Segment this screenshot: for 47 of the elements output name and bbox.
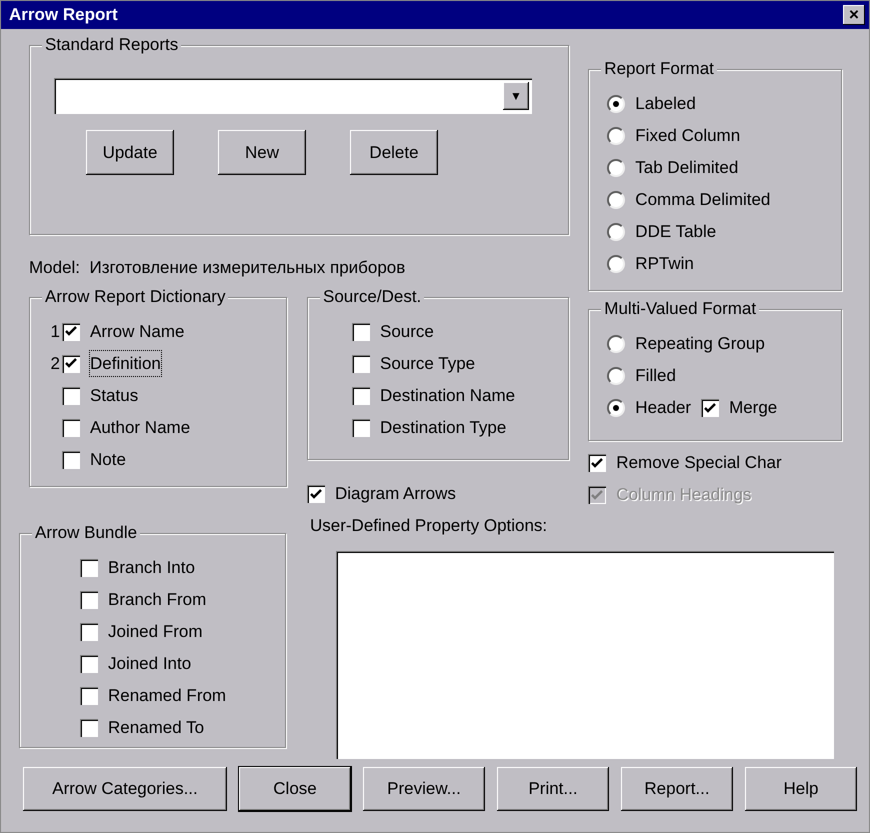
radio-label[interactable]: Comma Delimited [635, 187, 770, 213]
checkbox-label[interactable]: Diagram Arrows [335, 481, 456, 507]
radio-label[interactable]: Header [635, 395, 692, 421]
group-title: Standard Reports [42, 35, 182, 55]
radio-label[interactable]: DDE Table [635, 219, 716, 245]
button[interactable]: Delete [350, 130, 438, 175]
checkbox-label[interactable]: Branch Into [108, 555, 195, 581]
button[interactable]: Report... [621, 766, 733, 810]
radio-label[interactable]: Labeled [635, 91, 696, 117]
button[interactable]: Arrow Categories... [23, 766, 227, 810]
button[interactable]: New [218, 130, 306, 175]
order-number: 1 [50, 320, 60, 343]
button[interactable]: Help [745, 766, 857, 810]
radio-label[interactable]: Tab Delimited [635, 155, 738, 181]
checkbox-label[interactable]: Note [90, 446, 126, 472]
button[interactable]: Preview... [363, 766, 485, 810]
checkbox-label[interactable]: Joined From [108, 619, 202, 645]
window-title: Arrow Report [9, 4, 118, 26]
checkbox-label[interactable]: Joined Into [108, 651, 192, 677]
checkbox-label[interactable]: Definition [90, 350, 161, 376]
checkbox-label[interactable]: Arrow Name [90, 318, 184, 344]
model-label: Model: Изготовление измерительных приборов [29, 257, 406, 279]
field-label: User-Defined Property Options: [310, 515, 548, 537]
close-button[interactable]: × [843, 5, 865, 25]
dropdown-field[interactable]: ▼ [54, 78, 532, 114]
button[interactable]: Print... [497, 766, 609, 810]
checkbox-label: Column Headings [616, 484, 752, 506]
checkbox-label[interactable]: Renamed From [108, 683, 226, 709]
group-title: Arrow Report Dictionary [42, 286, 228, 306]
radio-label[interactable]: Filled [635, 363, 676, 389]
checkbox-label[interactable]: Source Type [380, 350, 476, 376]
radio-label[interactable]: Fixed Column [635, 123, 740, 149]
checkbox-label[interactable]: Destination Type [380, 414, 506, 440]
checkbox-label[interactable]: Destination Name [380, 382, 516, 408]
checkbox-label[interactable]: Remove Special Char [616, 450, 782, 476]
checkbox-label[interactable]: Author Name [90, 414, 190, 440]
button[interactable]: Update [86, 130, 174, 175]
checkbox-label[interactable]: Renamed To [108, 715, 204, 741]
order-number: 2 [50, 352, 60, 375]
button[interactable]: Close [239, 766, 351, 810]
checkbox-label[interactable]: Status [90, 382, 138, 408]
checkbox-label[interactable]: Source [380, 318, 434, 344]
checkbox-label[interactable]: Branch From [108, 587, 206, 613]
checkbox-label[interactable]: Merge [729, 395, 778, 421]
radio-label[interactable]: Repeating Group [635, 331, 765, 357]
radio-label[interactable]: RPTwin [635, 251, 694, 277]
group-title: Report Format [601, 59, 717, 79]
